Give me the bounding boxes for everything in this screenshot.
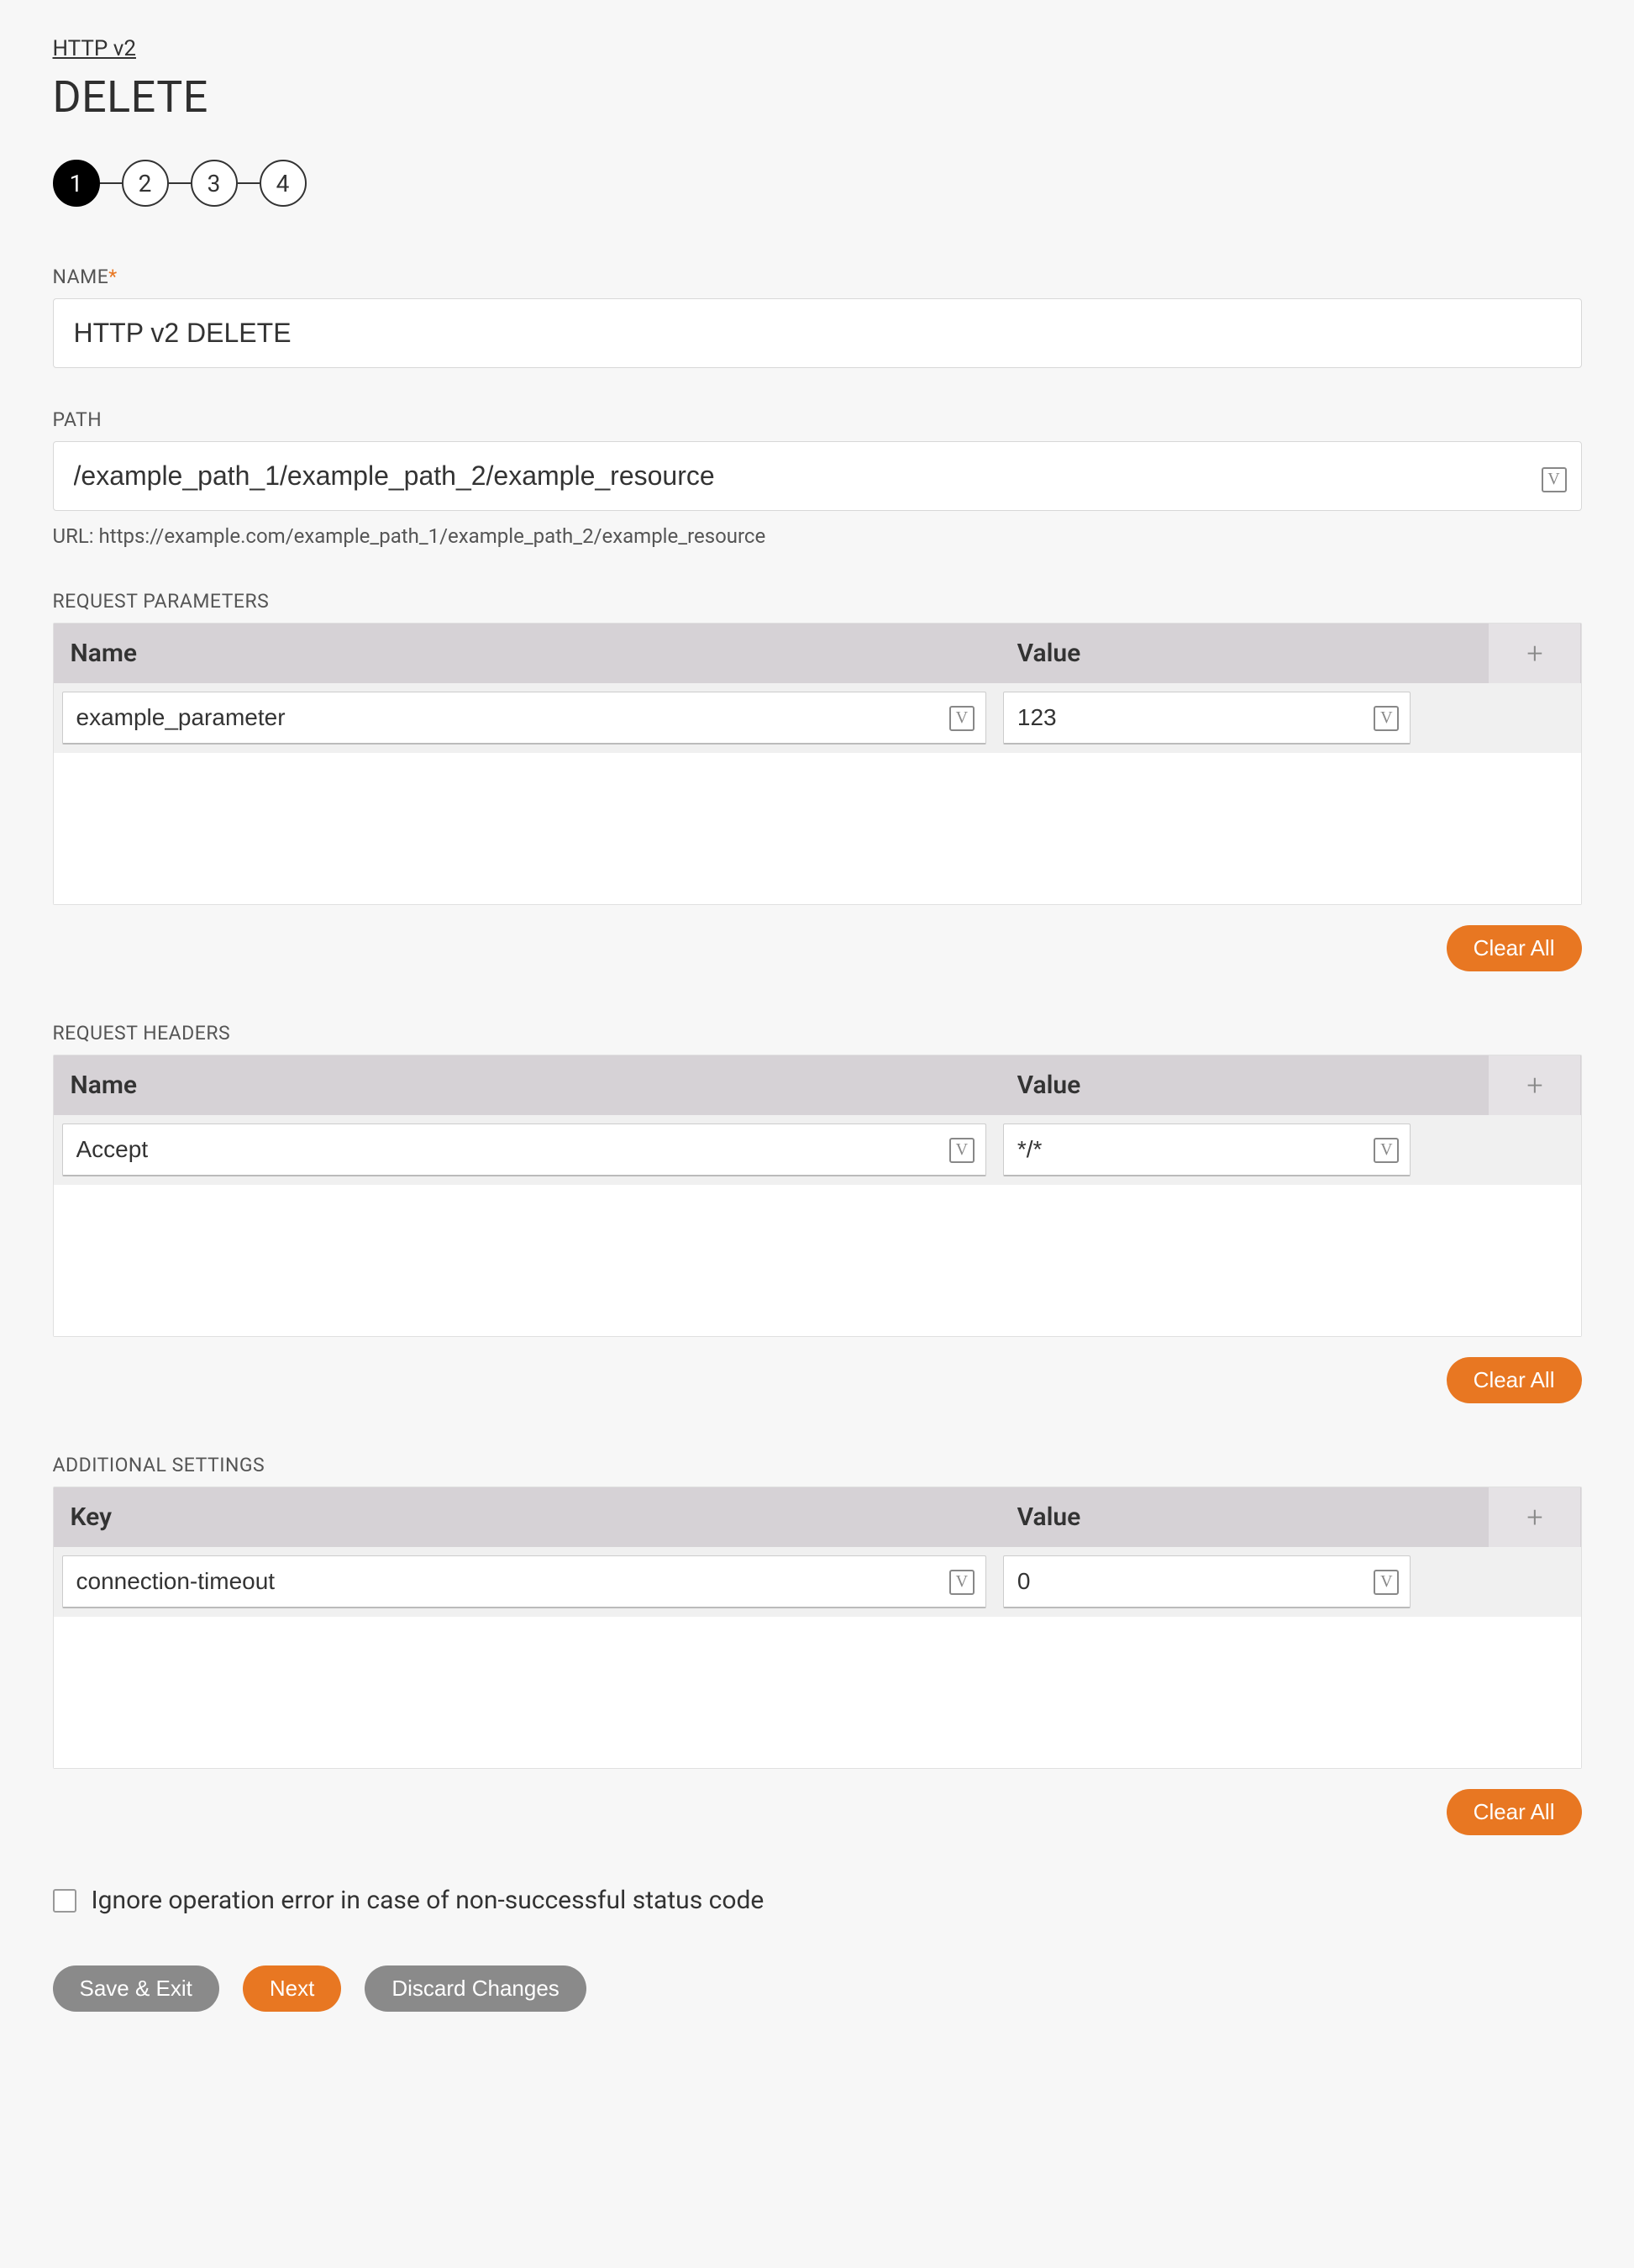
additional-settings-label: ADDITIONAL SETTINGS — [53, 1454, 1582, 1476]
ignore-error-checkbox[interactable] — [53, 1889, 76, 1913]
additional-clear-all-button[interactable]: Clear All — [1447, 1789, 1582, 1835]
stepper: 1 2 3 4 — [53, 160, 1582, 207]
step-connector — [238, 182, 260, 184]
step-connector — [169, 182, 191, 184]
additional-empty-area — [54, 1617, 1581, 1768]
variable-icon[interactable]: V — [1374, 706, 1399, 731]
next-button[interactable]: Next — [243, 1965, 341, 2012]
ignore-error-label: Ignore operation error in case of non-su… — [92, 1886, 764, 1915]
headers-clear-all-button[interactable]: Clear All — [1447, 1357, 1582, 1403]
name-input[interactable] — [53, 298, 1582, 368]
plus-icon: + — [1526, 1071, 1542, 1100]
request-parameters-label: REQUEST PARAMETERS — [53, 590, 1582, 613]
table-row: V V — [54, 1547, 1581, 1617]
request-parameters-table: Name Value + V V — [53, 623, 1582, 905]
params-header-value: Value — [1001, 624, 1490, 683]
variable-icon[interactable]: V — [1374, 1570, 1399, 1595]
required-star: * — [108, 266, 117, 288]
params-empty-area — [54, 753, 1581, 904]
request-headers-table: Name Value + V V — [53, 1055, 1582, 1337]
variable-icon[interactable]: V — [949, 706, 975, 731]
setting-key-input[interactable] — [62, 1555, 986, 1608]
variable-icon[interactable]: V — [949, 1570, 975, 1595]
additional-header-value: Value — [1001, 1487, 1490, 1547]
plus-icon: + — [1526, 1503, 1542, 1532]
headers-header-name: Name — [54, 1055, 1001, 1115]
step-4[interactable]: 4 — [260, 160, 307, 207]
request-headers-label: REQUEST HEADERS — [53, 1022, 1582, 1045]
header-name-input[interactable] — [62, 1123, 986, 1176]
params-add-cell[interactable]: + — [1489, 624, 1580, 683]
params-clear-all-button[interactable]: Clear All — [1447, 925, 1582, 971]
headers-empty-area — [54, 1185, 1581, 1336]
plus-icon: + — [1526, 639, 1542, 668]
param-name-input[interactable] — [62, 692, 986, 745]
step-3[interactable]: 3 — [191, 160, 238, 207]
additional-settings-table: Key Value + V V — [53, 1487, 1582, 1769]
discard-changes-button[interactable]: Discard Changes — [365, 1965, 586, 2012]
additional-add-cell[interactable]: + — [1489, 1487, 1580, 1547]
breadcrumb-link[interactable]: HTTP v2 — [53, 36, 136, 61]
param-value-input[interactable] — [1003, 692, 1411, 745]
variable-icon[interactable]: V — [1542, 467, 1567, 492]
step-2[interactable]: 2 — [122, 160, 169, 207]
headers-add-cell[interactable]: + — [1489, 1055, 1580, 1115]
url-hint: URL: https://example.com/example_path_1/… — [53, 524, 1582, 548]
table-row: V V — [54, 1115, 1581, 1185]
page-title: DELETE — [53, 71, 1582, 123]
table-row: V V — [54, 683, 1581, 753]
headers-header-value: Value — [1001, 1055, 1490, 1115]
variable-icon[interactable]: V — [1374, 1138, 1399, 1163]
step-1[interactable]: 1 — [53, 160, 100, 207]
params-header-name: Name — [54, 624, 1001, 683]
setting-value-input[interactable] — [1003, 1555, 1411, 1608]
path-input[interactable] — [53, 441, 1582, 511]
additional-header-key: Key — [54, 1487, 1001, 1547]
variable-icon[interactable]: V — [949, 1138, 975, 1163]
step-connector — [100, 182, 122, 184]
name-label: NAME* — [53, 266, 1582, 288]
save-exit-button[interactable]: Save & Exit — [53, 1965, 219, 2012]
header-value-input[interactable] — [1003, 1123, 1411, 1176]
path-label: PATH — [53, 408, 1582, 431]
